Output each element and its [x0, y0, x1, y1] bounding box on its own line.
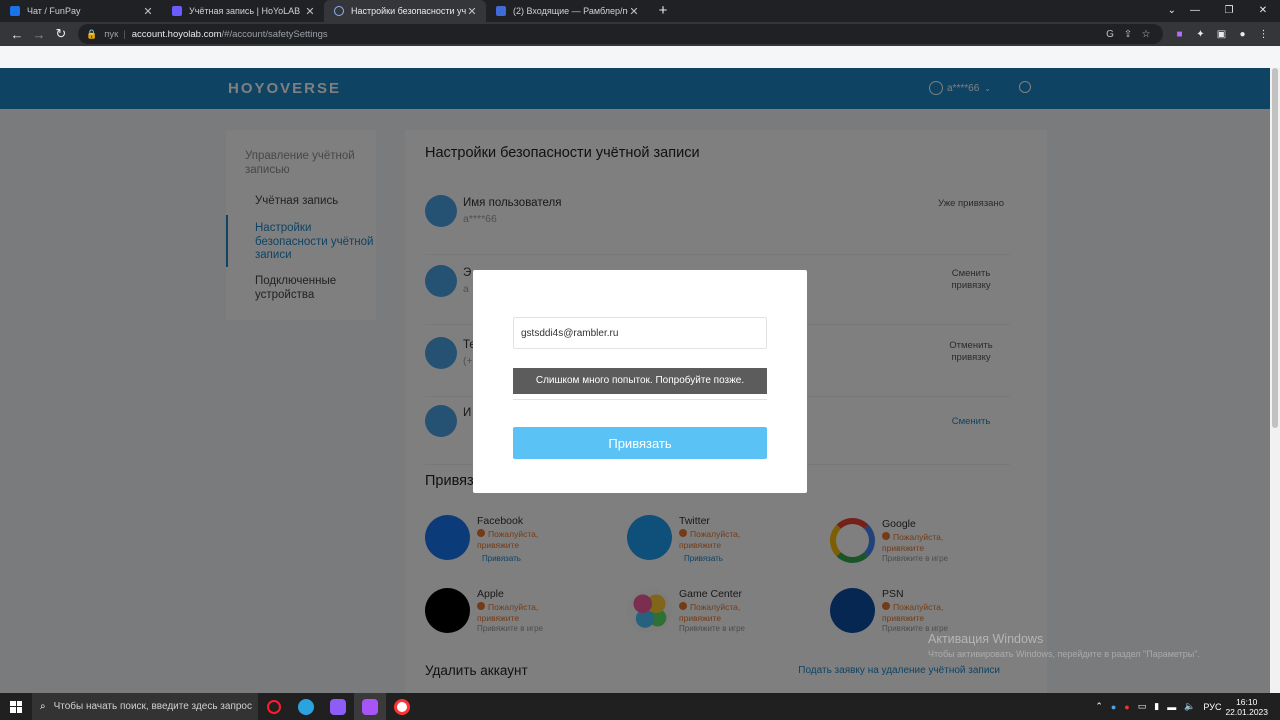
- extensions-area: ■ ✦ ▣ ● ⋮: [1169, 29, 1274, 40]
- close-window-icon[interactable]: ✕: [1246, 0, 1280, 22]
- puzzle-extensions-icon[interactable]: ✦: [1190, 29, 1211, 40]
- url-path: /#/account/safetySettings: [221, 28, 328, 40]
- tab-funpay[interactable]: Чат / FunPay ✕: [0, 0, 162, 22]
- start-button[interactable]: [0, 693, 32, 720]
- close-tab-icon[interactable]: ✕: [142, 5, 154, 18]
- back-icon[interactable]: ←: [6, 27, 28, 42]
- search-icon: ⌕: [40, 701, 46, 712]
- taskbar-search[interactable]: ⌕ Чтобы начать поиск, введите здесь запр…: [32, 693, 258, 720]
- page-scrollbar[interactable]: [1270, 68, 1280, 693]
- close-tab-icon[interactable]: ✕: [466, 5, 478, 18]
- new-tab-icon[interactable]: +: [652, 0, 674, 22]
- extension-icon[interactable]: ■: [1169, 29, 1190, 40]
- menu-kebab-icon[interactable]: ⋮: [1253, 29, 1274, 40]
- telegram-taskbar-icon[interactable]: [290, 693, 322, 720]
- error-toast: Слишком много попыток. Попробуйте позже.: [513, 368, 767, 394]
- forward-icon[interactable]: →: [28, 27, 50, 42]
- scrollbar-thumb[interactable]: [1272, 68, 1278, 428]
- funpay-favicon-icon: [10, 6, 20, 16]
- window-controls: — ❐ ✕: [1178, 0, 1280, 22]
- system-tray: ⌃ ● ● ▭ ▮ ▬ 🔈 РУС 16:10 22.01.2023: [1091, 693, 1280, 720]
- reload-icon[interactable]: ↻: [50, 26, 72, 42]
- bind-submit-button[interactable]: Привязать: [513, 427, 767, 459]
- tab-title: Настройки безопасности учётн: [351, 6, 466, 16]
- app-taskbar-icon[interactable]: [322, 693, 354, 720]
- tray-battery-icon[interactable]: ▬: [1167, 702, 1176, 712]
- url-prefix: пук: [104, 28, 119, 40]
- profile-icon[interactable]: ●: [1232, 29, 1253, 40]
- google-lens-icon[interactable]: G: [1101, 29, 1119, 40]
- tab-security-settings[interactable]: Настройки безопасности учётн ✕: [324, 0, 486, 22]
- loading-favicon-icon: [334, 6, 344, 16]
- email-field[interactable]: [513, 317, 767, 349]
- windows-logo-icon: [10, 700, 22, 713]
- lock-icon[interactable]: 🔒: [86, 29, 97, 40]
- tab-rambler-mail[interactable]: (2) Входящие — Рамблер/почта ✕: [486, 0, 648, 22]
- tab-title: Учётная запись | HoYoLAB: [189, 6, 301, 16]
- tab-title: Чат / FunPay: [27, 6, 81, 16]
- windows-taskbar: ⌕ Чтобы начать поиск, введите здесь запр…: [0, 693, 1280, 720]
- close-tab-icon[interactable]: ✕: [628, 5, 640, 18]
- language-indicator[interactable]: РУС: [1203, 702, 1221, 712]
- yandex-taskbar-icon[interactable]: [386, 693, 418, 720]
- address-bar[interactable]: 🔒 пук | account.hoyolab.com /#/account/s…: [78, 24, 1163, 44]
- sidepanel-icon[interactable]: ▣: [1211, 29, 1232, 40]
- bind-email-modal: Слишком много попыток. Попробуйте позже.…: [473, 270, 807, 493]
- opera-taskbar-icon[interactable]: [258, 693, 290, 720]
- activation-watermark-text: Чтобы активировать Windows, перейдите в …: [928, 649, 1200, 659]
- tab-hoyolab-account[interactable]: Учётная запись | HoYoLAB ✕: [162, 0, 324, 22]
- tray-network-icon[interactable]: ▭: [1138, 701, 1147, 712]
- tab-search-chevron-icon[interactable]: ⌄: [1168, 0, 1176, 22]
- close-tab-icon[interactable]: ✕: [304, 5, 316, 18]
- tray-volume-icon[interactable]: 🔈: [1184, 701, 1195, 712]
- browser-tabstrip: Чат / FunPay ✕ Учётная запись | HoYoLAB …: [0, 0, 1280, 22]
- tray-app-icon[interactable]: ●: [1111, 702, 1116, 712]
- share-icon[interactable]: ⇪: [1119, 29, 1137, 40]
- clock-date: 22.01.2023: [1225, 706, 1268, 717]
- tray-app-icon[interactable]: ●: [1124, 702, 1129, 712]
- url-separator: |: [123, 28, 126, 40]
- hoyolab-favicon-icon: [172, 6, 182, 16]
- url-domain: account.hoyolab.com: [131, 28, 222, 40]
- tray-mic-icon[interactable]: ▮: [1154, 701, 1159, 712]
- tab-title: (2) Входящие — Рамблер/почта: [513, 6, 628, 16]
- clock[interactable]: 16:10 22.01.2023: [1225, 697, 1268, 717]
- browser-taskbar-icon[interactable]: [354, 693, 386, 720]
- minimize-icon[interactable]: —: [1178, 0, 1212, 22]
- clock-time: 16:10: [1236, 696, 1258, 707]
- browser-toolbar: ← → ↻ 🔒 пук | account.hoyolab.com /#/acc…: [0, 22, 1280, 46]
- activation-watermark-title: Активация Windows: [928, 632, 1044, 646]
- tray-overflow-icon[interactable]: ⌃: [1095, 701, 1103, 712]
- taskbar-search-placeholder: Чтобы начать поиск, введите здесь запрос: [53, 701, 252, 712]
- rambler-mail-favicon-icon: [496, 6, 506, 16]
- bookmark-star-icon[interactable]: ☆: [1137, 29, 1155, 40]
- restore-icon[interactable]: ❐: [1212, 0, 1246, 22]
